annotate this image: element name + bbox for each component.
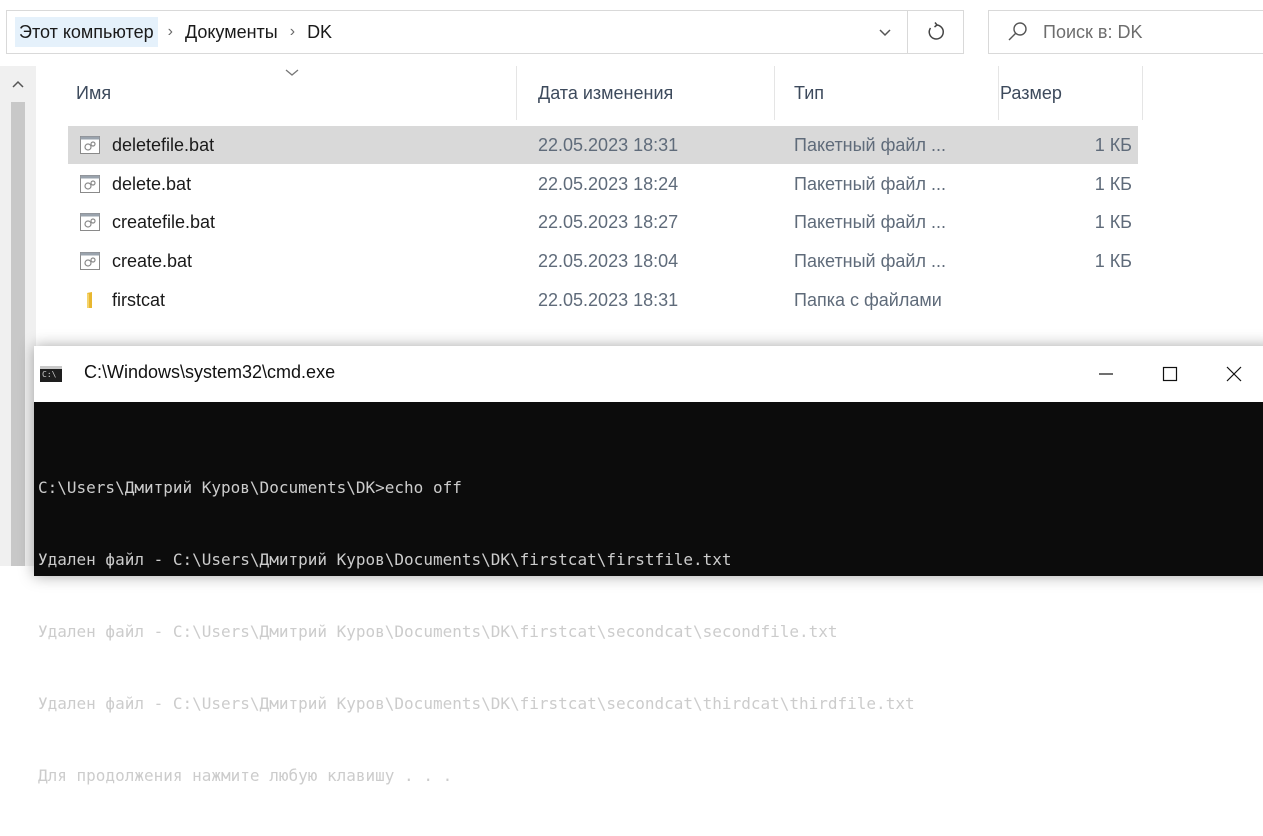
cmd-title-bar[interactable]: C:\ C:\Windows\system32\cmd.exe bbox=[34, 346, 1263, 402]
vertical-scrollbar[interactable] bbox=[0, 66, 36, 566]
column-divider[interactable] bbox=[1142, 66, 1143, 120]
file-date: 22.05.2023 18:24 bbox=[538, 173, 679, 194]
file-name: delete.bat bbox=[112, 173, 192, 194]
file-type: Пакетный файл ... bbox=[794, 134, 946, 155]
file-name: deletefile.bat bbox=[112, 134, 215, 155]
search-box[interactable] bbox=[988, 10, 1263, 54]
refresh-icon bbox=[928, 22, 944, 40]
file-size: 1 КБ bbox=[1094, 250, 1132, 271]
file-date: 22.05.2023 18:27 bbox=[538, 211, 679, 232]
breadcrumb-chevron-icon[interactable]: › bbox=[158, 23, 183, 41]
chevron-down-icon bbox=[879, 29, 891, 37]
cmd-console-output[interactable]: C:\Users\Дмитрий Куров\Documents\DK>echo… bbox=[34, 428, 1263, 836]
breadcrumb: Этот компьютер › Документы › DK bbox=[15, 11, 334, 53]
chevron-up-icon bbox=[12, 80, 24, 88]
file-type: Пакетный файл ... bbox=[794, 173, 946, 194]
maximize-icon bbox=[1162, 366, 1178, 382]
maximize-button[interactable] bbox=[1138, 346, 1202, 402]
file-row-createfile[interactable]: createfile.bat 22.05.2023 18:27 Пакетный… bbox=[68, 203, 1138, 241]
console-line: Удален файл - C:\Users\Дмитрий Куров\Doc… bbox=[38, 550, 732, 569]
file-row-delete[interactable]: delete.bat 22.05.2023 18:24 Пакетный фай… bbox=[68, 165, 1138, 203]
address-toolbar: Этот компьютер › Документы › DK bbox=[0, 0, 1263, 64]
file-date: 22.05.2023 18:04 bbox=[538, 250, 679, 271]
column-header-type[interactable]: Тип bbox=[794, 66, 824, 120]
minimize-button[interactable] bbox=[1074, 346, 1138, 402]
file-size: 1 КБ bbox=[1094, 134, 1132, 155]
sort-chevron-icon bbox=[285, 69, 299, 76]
close-button[interactable] bbox=[1202, 346, 1263, 402]
console-line: Для продолжения нажмите любую клавишу . … bbox=[38, 766, 453, 785]
column-divider[interactable] bbox=[516, 66, 517, 120]
column-divider[interactable] bbox=[998, 66, 999, 120]
breadcrumb-item-dk[interactable]: DK bbox=[305, 22, 334, 43]
scrollbar-thumb[interactable] bbox=[11, 102, 25, 566]
cmd-icon-label: C:\ bbox=[42, 370, 57, 379]
batch-file-icon bbox=[80, 175, 100, 193]
file-type: Пакетный файл ... bbox=[794, 211, 946, 232]
file-row-create[interactable]: create.bat 22.05.2023 18:04 Пакетный фай… bbox=[68, 242, 1138, 280]
file-date: 22.05.2023 18:31 bbox=[538, 289, 679, 310]
folder-icon bbox=[87, 292, 92, 308]
file-type: Папка с файлами bbox=[794, 289, 942, 310]
file-name: firstcat bbox=[112, 289, 166, 310]
column-header-date-modified[interactable]: Дата изменения bbox=[538, 66, 673, 120]
console-line: Удален файл - C:\Users\Дмитрий Куров\Doc… bbox=[38, 622, 838, 641]
address-bar[interactable]: Этот компьютер › Документы › DK bbox=[6, 10, 908, 54]
column-header-name[interactable]: Имя bbox=[76, 66, 111, 120]
search-icon bbox=[1008, 22, 1027, 41]
minimize-icon bbox=[1099, 373, 1113, 375]
search-input[interactable] bbox=[1043, 21, 1263, 43]
file-row-deletefile[interactable]: deletefile.bat 22.05.2023 18:31 Пакетный… bbox=[68, 126, 1138, 164]
file-name: createfile.bat bbox=[112, 211, 216, 232]
file-name: create.bat bbox=[112, 250, 193, 271]
file-size: 1 КБ bbox=[1094, 173, 1132, 194]
file-explorer-window: Этот компьютер › Документы › DK Поиск в:… bbox=[0, 0, 1263, 785]
file-type: Пакетный файл ... bbox=[794, 250, 946, 271]
file-date: 22.05.2023 18:31 bbox=[538, 134, 679, 155]
column-divider[interactable] bbox=[774, 66, 775, 120]
breadcrumb-item-this-pc[interactable]: Этот компьютер bbox=[15, 17, 158, 47]
console-line: Удален файл - C:\Users\Дмитрий Куров\Doc… bbox=[38, 694, 915, 713]
file-row-firstcat[interactable]: firstcat 22.05.2023 18:31 Папка с файлам… bbox=[68, 281, 1138, 319]
file-size: 1 КБ bbox=[1094, 211, 1132, 232]
column-header-size[interactable]: Размер bbox=[1000, 66, 1062, 120]
breadcrumb-chevron-icon[interactable]: › bbox=[280, 23, 305, 41]
cmd-window-title: C:\Windows\system32\cmd.exe bbox=[84, 362, 336, 382]
refresh-button[interactable] bbox=[908, 10, 964, 54]
cmd-app-icon[interactable]: C:\ bbox=[40, 366, 62, 382]
batch-file-icon bbox=[80, 136, 100, 154]
console-line: C:\Users\Дмитрий Куров\Documents\DK>echo… bbox=[38, 478, 462, 497]
breadcrumb-item-documents[interactable]: Документы bbox=[183, 22, 280, 43]
cmd-window[interactable]: C:\ C:\Windows\system32\cmd.exe C:\Users… bbox=[34, 346, 1263, 785]
column-header-row: Имя Дата изменения Тип Размер bbox=[36, 66, 1263, 120]
close-icon bbox=[1226, 366, 1242, 382]
scroll-up-button[interactable] bbox=[8, 74, 28, 94]
batch-file-icon bbox=[80, 213, 100, 231]
batch-file-icon bbox=[80, 252, 100, 270]
address-history-dropdown[interactable] bbox=[863, 11, 907, 53]
